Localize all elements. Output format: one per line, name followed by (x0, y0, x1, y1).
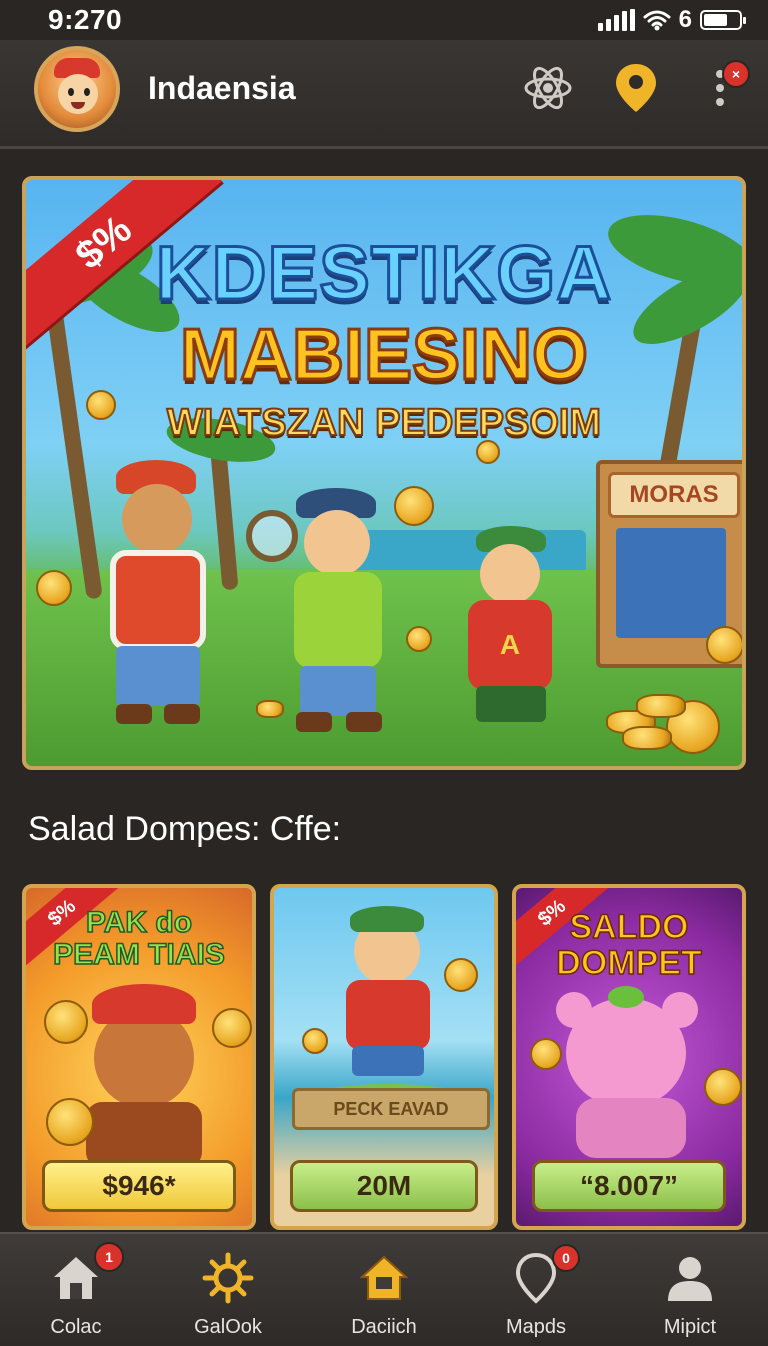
battery-icon (700, 10, 746, 30)
tab-mipict[interactable]: Mipict (614, 1234, 766, 1346)
tab-label: Colac (50, 1316, 102, 1338)
offer-card-1[interactable]: $% PAK do PEAM TIAIS $946* (22, 884, 256, 1230)
avatar[interactable] (34, 46, 120, 132)
status-time: 9:270 (48, 4, 123, 35)
card-price-button[interactable]: 20M (290, 1160, 478, 1212)
house-active-icon (356, 1250, 412, 1306)
battery-percent: 6 (678, 6, 692, 33)
wifi-icon (643, 10, 671, 31)
app-title: Indaensia (148, 70, 296, 106)
status-icons: 6 (597, 6, 746, 34)
tab-galook[interactable]: GalOok (152, 1234, 304, 1346)
banner-title-line2: MABIESINO (178, 314, 589, 397)
tab-label: GalOok (194, 1316, 262, 1338)
app-header: Indaensia × (0, 40, 768, 149)
tab-badge: 1 (94, 1242, 124, 1272)
card-price-button[interactable]: “8.007” (532, 1160, 726, 1212)
gear-icon (200, 1250, 256, 1306)
tab-label: Daciich (351, 1316, 417, 1338)
tab-label: Mapds (505, 1316, 567, 1338)
signal-icon (597, 9, 635, 31)
shop-sign: MORAS (608, 472, 740, 518)
location-button[interactable] (606, 58, 666, 118)
card-banner-text: PECK EAVAD (292, 1088, 490, 1130)
tab-colac[interactable]: 1 Colac (0, 1234, 152, 1346)
menu-badge: × (722, 60, 750, 88)
user-icon (662, 1250, 718, 1306)
card-title-line2: PEAM TIAIS (52, 938, 225, 971)
banner-subtitle: WIATSZAN PEDEPSOIM (166, 401, 602, 445)
tab-label: Mipict (663, 1316, 717, 1338)
tab-daciich[interactable]: Daciich (308, 1234, 460, 1346)
card-title-line1: PAK do (85, 906, 193, 939)
status-bar: 9:270 6 (0, 0, 768, 38)
more-menu-button[interactable]: × (700, 58, 750, 118)
location-pin-icon (616, 64, 656, 112)
bottom-tab-bar: 1 Colac GalOok Daciich 0 Mapds Mipict (0, 1232, 768, 1346)
atom-gear-icon (524, 66, 572, 110)
offer-card-2[interactable]: PECK EAVAD 20M (270, 884, 498, 1230)
tab-badge: 0 (552, 1244, 580, 1272)
promo-banner[interactable]: $% KDESTIKGA MABIESINO WIATSZAN PEDEPSOI… (22, 176, 746, 770)
section-title: Salad Dompes: Cffe: (28, 810, 342, 848)
tab-mapds[interactable]: 0 Mapds (460, 1234, 612, 1346)
settings-button[interactable] (518, 58, 578, 118)
card-title-line2: DOMPET (556, 944, 703, 982)
offer-card-3[interactable]: $% SALDO DOMPET “8.007” (512, 884, 746, 1230)
card-title-line1: SALDO (569, 908, 690, 946)
card-price-button[interactable]: $946* (42, 1160, 236, 1212)
banner-title-line1: KDESTIKGA (154, 230, 613, 318)
